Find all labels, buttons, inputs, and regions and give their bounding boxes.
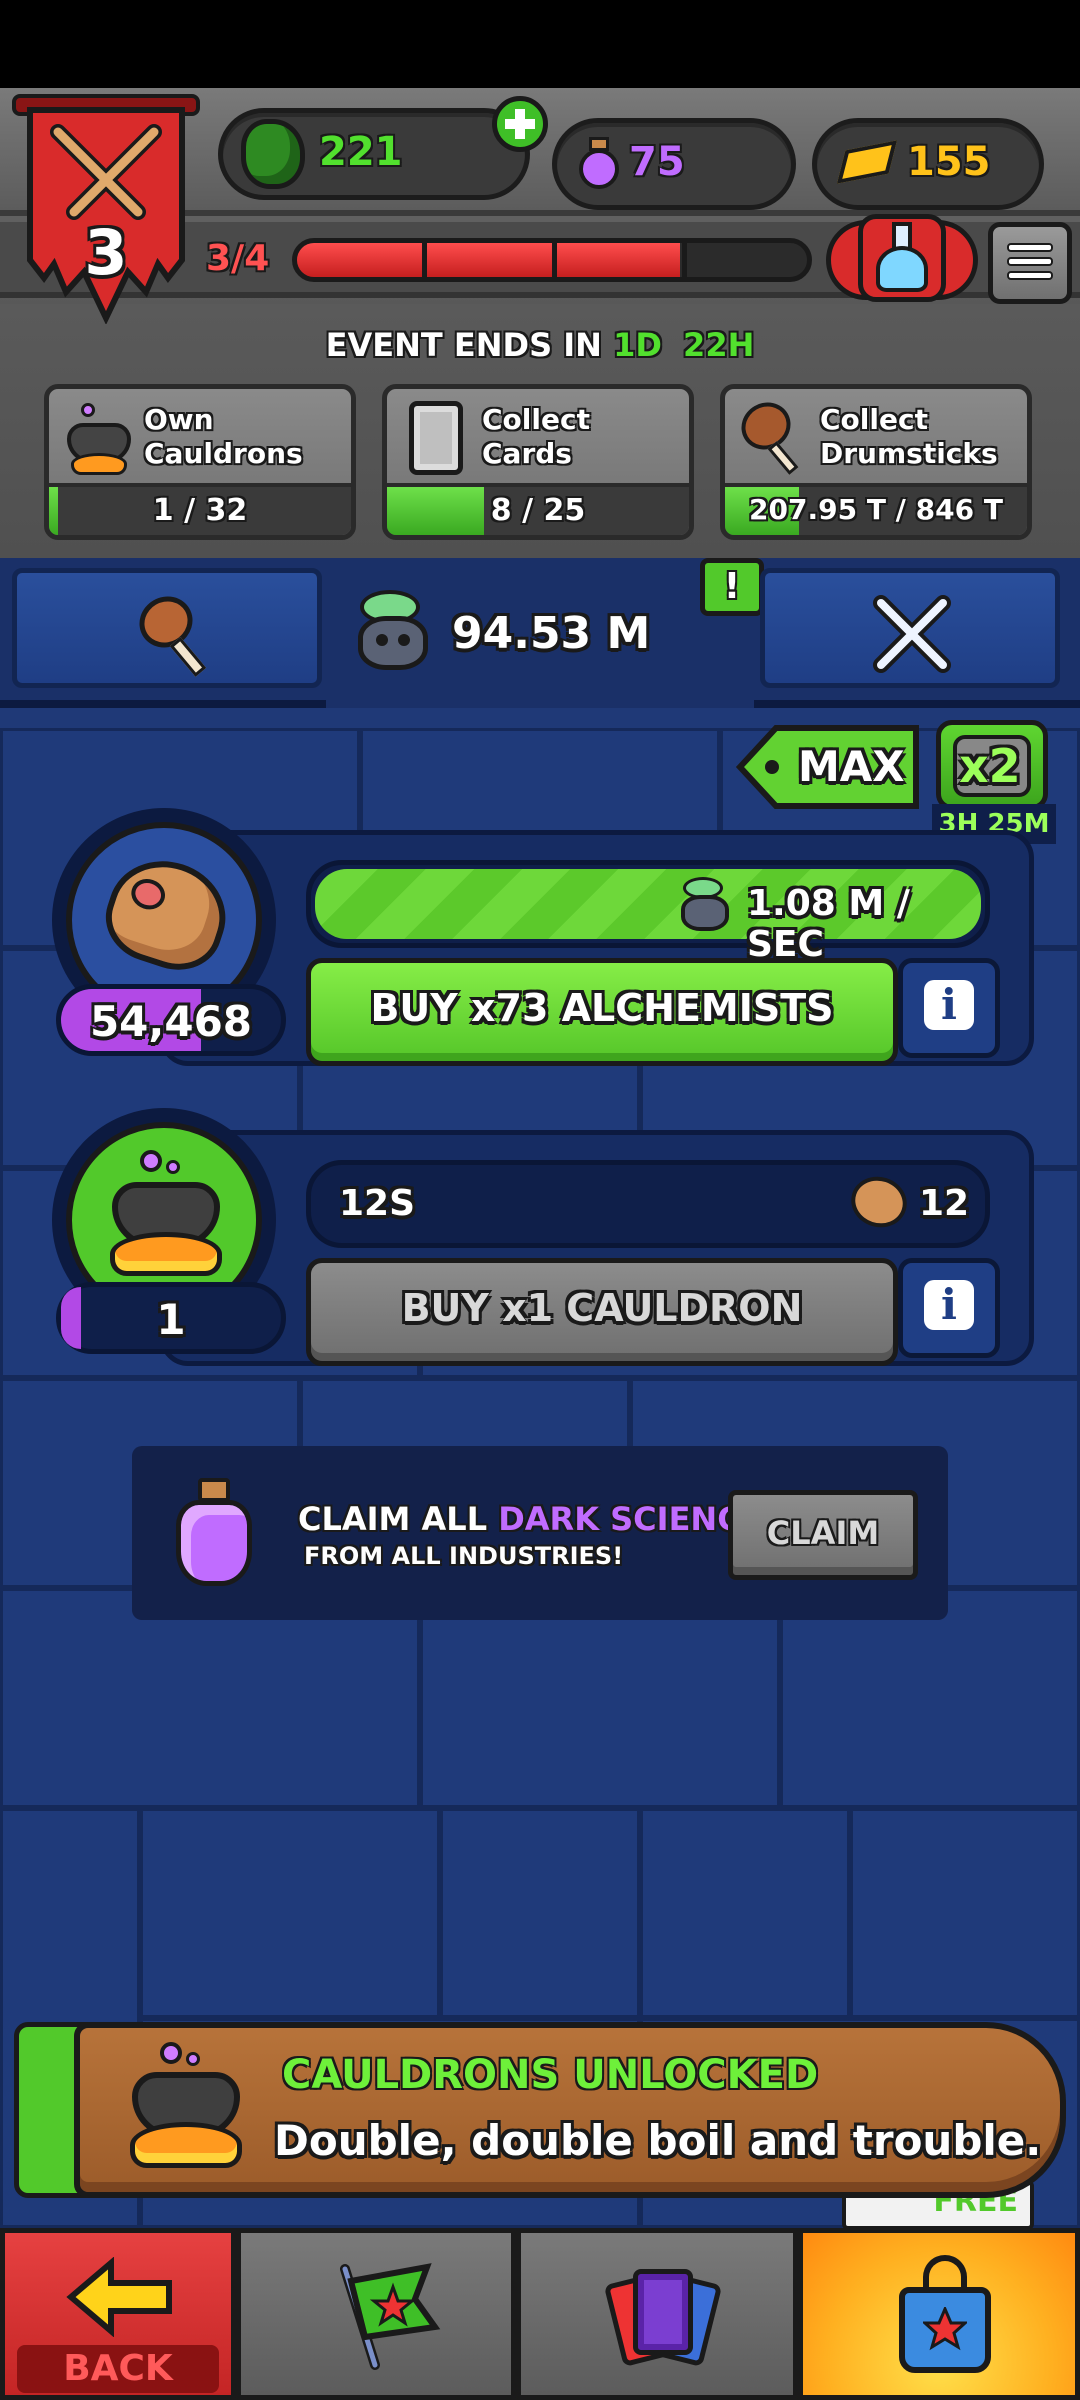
cauldron-cost: 12 (919, 1183, 970, 1224)
currency-gold[interactable]: 155 (812, 118, 1044, 210)
task-label-line1: Collect Cards (482, 403, 590, 470)
skull-cauldron-icon (354, 590, 434, 674)
task-progress-bar: 207.95 T / 846 T (725, 483, 1027, 535)
claim-title-b: DARK SCIENCE (498, 1500, 763, 1538)
task-progress-bar: 1 / 32 (49, 483, 351, 535)
cauldron-icon (124, 2042, 248, 2182)
hamburger-icon (1007, 243, 1053, 283)
card-icon (409, 401, 463, 475)
notification-title: CAULDRONS UNLOCKED (282, 2052, 819, 2098)
alchemist-info-button[interactable]: i (898, 958, 1000, 1058)
skull-cauldron-icon (679, 877, 731, 933)
x2-boost-button[interactable]: x2 (936, 720, 1048, 810)
task-collect-drumsticks[interactable]: Collect Drumsticks 207.95 T / 846 T (720, 384, 1032, 540)
gold-bars-icon (836, 140, 898, 184)
task-label-line1: Collect (820, 403, 928, 436)
potion-icon (176, 1478, 252, 1588)
claim-title: CLAIM ALL DARK SCIENCE (298, 1500, 763, 1538)
nav-flag-button[interactable] (236, 2228, 516, 2400)
task-progress-text: 207.95 T / 846 T (749, 493, 1003, 526)
flask-icon (876, 222, 928, 294)
level-progress-fill (297, 243, 680, 277)
task-own-cauldrons[interactable]: Own Cauldrons 1 / 32 (44, 384, 356, 540)
info-icon: i (924, 1280, 974, 1330)
back-button[interactable]: BACK (0, 2228, 236, 2400)
cauldron-count-badge: 1 (56, 1282, 286, 1354)
cauldron-timer-bar: 12S 12 (306, 1160, 990, 1248)
event-hours: 22H (683, 326, 755, 364)
lab-button[interactable] (826, 210, 978, 306)
task-label-line2: Drumsticks (820, 437, 998, 470)
task-progress-bar: 8 / 25 (387, 483, 689, 535)
shopping-bag-icon (899, 2255, 991, 2375)
level-banner[interactable]: 3 (8, 92, 204, 325)
event-days: 1D (613, 326, 662, 364)
task-progress-text: 1 / 32 (152, 493, 248, 528)
task-label-line2: Cauldrons (144, 437, 303, 470)
claim-button-label: CLAIM (766, 1514, 880, 1552)
gold-count: 155 (907, 139, 991, 185)
max-button[interactable]: MAX (736, 724, 924, 810)
tab-drumsticks[interactable] (12, 568, 322, 688)
info-icon: i (924, 980, 974, 1030)
claim-title-a: CLAIM ALL (298, 1500, 488, 1538)
nav-shop-button[interactable] (798, 2228, 1080, 2400)
status-bar (0, 0, 1080, 88)
alchemist-count-badge: 54,468 (56, 984, 286, 1056)
level-number: 3 (84, 216, 128, 289)
arrow-left-icon (65, 2256, 175, 2338)
back-label: BACK (17, 2345, 219, 2393)
claim-button[interactable]: CLAIM (728, 1490, 918, 1580)
currency-dark-science[interactable]: 75 (552, 118, 796, 210)
add-gems-button[interactable] (492, 96, 548, 152)
crossed-swords-icon (869, 591, 955, 677)
hat-icon (94, 846, 240, 982)
cards-icon (603, 2259, 723, 2369)
level-progress-bar (292, 238, 812, 282)
task-progress-text: 8 / 25 (490, 493, 586, 528)
task-collect-cards[interactable]: Collect Cards 8 / 25 (382, 384, 694, 540)
hat-icon (844, 1169, 914, 1235)
cauldron-icon (63, 403, 135, 477)
notification-body: Double, double boil and trouble. (274, 2116, 1042, 2165)
flag-icon (331, 2261, 441, 2371)
bottom-nav: BACK (0, 2228, 1080, 2400)
alert-mark: ! (723, 566, 741, 607)
task-label-line1: Own (144, 403, 214, 436)
tab-battle[interactable] (760, 568, 1060, 688)
boost-multiplier: x2 (959, 739, 1021, 793)
event-label: EVENT ENDS IN (325, 326, 602, 364)
cauldron-icon (106, 1150, 226, 1290)
dark-science-count: 75 (629, 139, 685, 185)
tab-dark-science[interactable]: 94.53 M (326, 564, 754, 708)
alert-badge[interactable]: ! (700, 558, 764, 616)
drumstick-icon (732, 393, 815, 481)
claim-subtitle: FROM ALL INDUSTRIES! (304, 1542, 624, 1570)
potion-icon (577, 137, 621, 191)
claim-all-panel: CLAIM ALL DARK SCIENCE FROM ALL INDUSTRI… (132, 1446, 948, 1620)
cauldron-info-button[interactable]: i (898, 1258, 1000, 1358)
gem-count: 221 (319, 129, 403, 175)
buy-cauldron-label: BUY x1 CAULDRON (401, 1286, 803, 1330)
buy-cauldron-button[interactable]: BUY x1 CAULDRON (306, 1258, 898, 1366)
green-gem-icon (241, 119, 305, 189)
alchemist-rate-bar: 1.08 M / SEC (306, 860, 990, 965)
production-rate: 1.08 M / SEC (747, 883, 910, 965)
max-label: MAX (798, 742, 905, 791)
level-progress-text: 3/4 (206, 238, 270, 279)
cauldron-count: 1 (156, 1295, 186, 1344)
menu-button[interactable] (988, 222, 1072, 304)
dark-science-total: 94.53 M (452, 608, 651, 659)
alchemist-count: 54,468 (89, 997, 253, 1046)
buy-alchemists-button[interactable]: BUY x73 ALCHEMISTS (306, 958, 898, 1066)
cauldron-timer: 12S (339, 1183, 416, 1224)
unlock-notification[interactable]: CAULDRONS UNLOCKED Double, double boil a… (14, 2022, 1066, 2198)
nav-cards-button[interactable] (516, 2228, 798, 2400)
event-timer: EVENT ENDS IN 1D 22H (0, 326, 1080, 364)
drumstick-icon (130, 586, 223, 681)
buy-alchemists-label: BUY x73 ALCHEMISTS (370, 986, 834, 1030)
currency-gems[interactable]: 221 (218, 108, 530, 200)
